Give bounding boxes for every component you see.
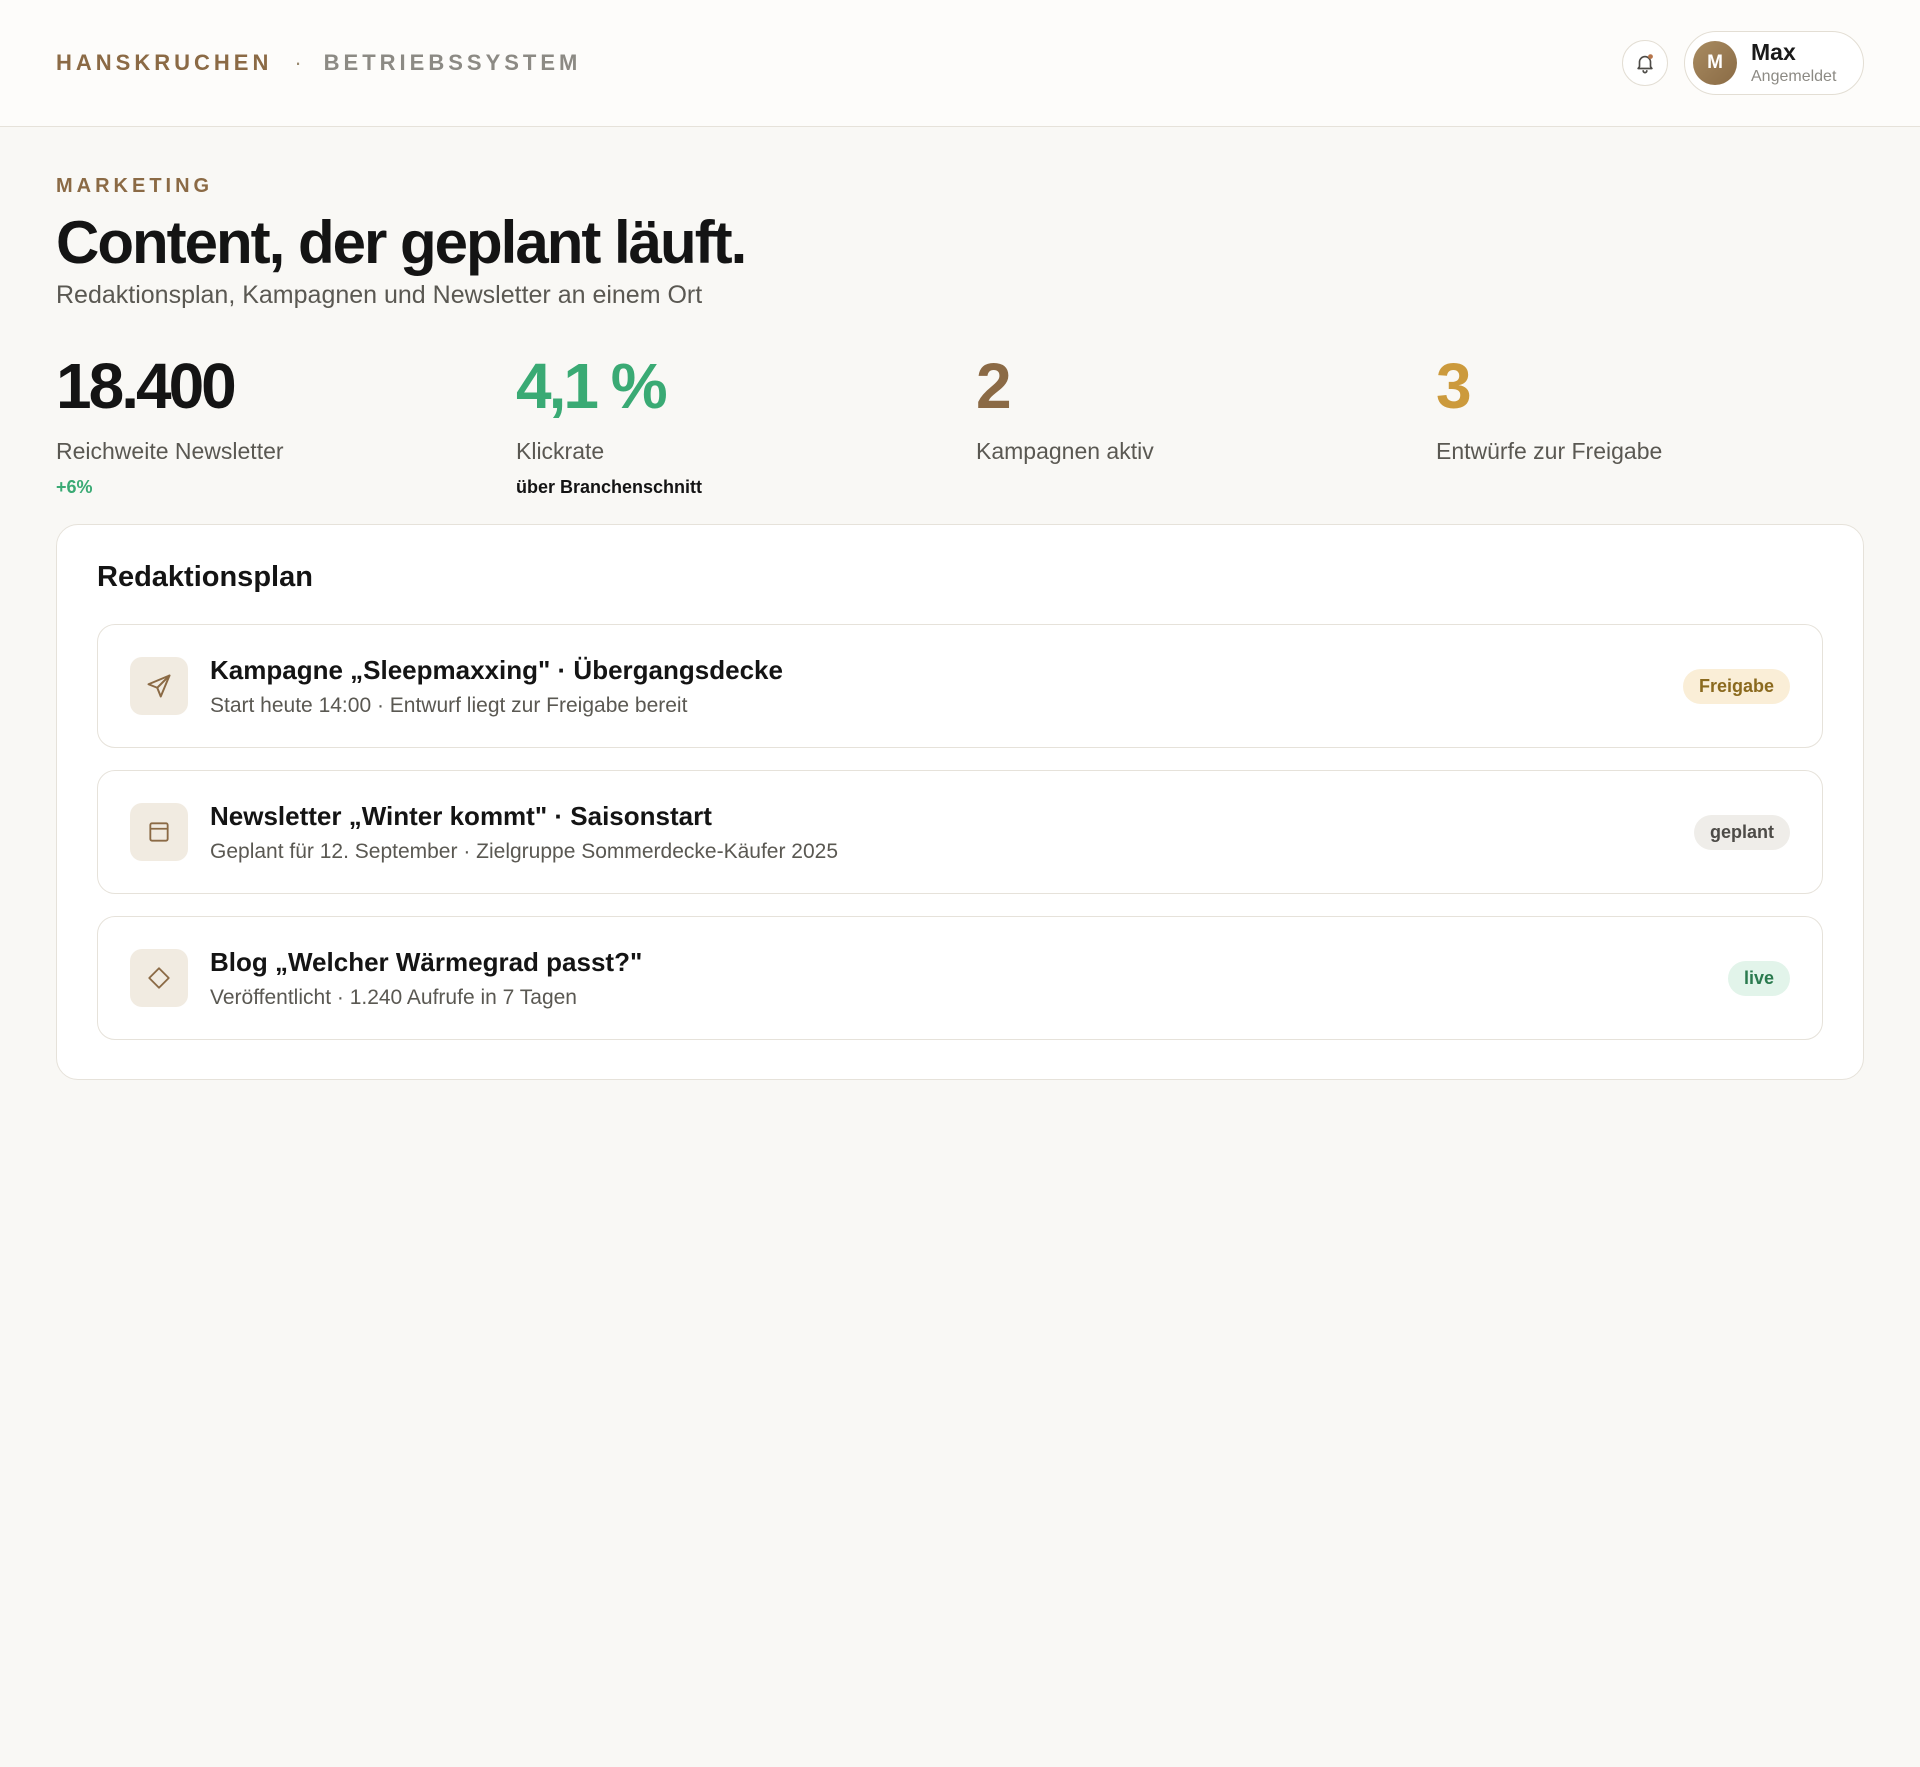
status-badge: geplant bbox=[1693, 814, 1790, 850]
section-eyebrow: MARKETING bbox=[56, 175, 214, 197]
user-name: Max bbox=[1751, 38, 1796, 65]
stat-note: über Branchenschnitt bbox=[516, 477, 703, 497]
page-subtitle: Redaktionsplan, Kampagnen und Newsletter… bbox=[56, 281, 703, 309]
plan-item-text: Newsletter „Winter kommt" · Saisonstart … bbox=[210, 801, 1694, 864]
main-content: MARKETING Content, der geplant läuft. Re… bbox=[0, 127, 1920, 1080]
user-status: Angemeldet bbox=[1751, 68, 1837, 86]
brand-name: HANSKRUCHEN bbox=[56, 50, 273, 75]
notifications-button[interactable] bbox=[1622, 40, 1668, 86]
calendar-icon bbox=[130, 803, 188, 861]
plan-item-newsletter[interactable]: Newsletter „Winter kommt" · Saisonstart … bbox=[97, 770, 1823, 894]
top-bar: HANSKRUCHEN · BETRIEBSSYSTEM M Max Angem… bbox=[0, 0, 1920, 127]
panel-title: Redaktionsplan bbox=[97, 561, 313, 593]
stat-label: Entwürfe zur Freigabe bbox=[1436, 438, 1663, 464]
stat-note: +6% bbox=[56, 477, 93, 497]
stat-newsletter-reach: 18.400 Reichweite Newsletter +6% bbox=[56, 354, 516, 524]
plan-item-campaign[interactable]: Kampagne „Sleepmaxxing" · Übergangsdecke… bbox=[97, 624, 1823, 748]
status-badge: live bbox=[1727, 960, 1790, 996]
brand[interactable]: HANSKRUCHEN · BETRIEBSSYSTEM bbox=[56, 50, 581, 76]
stat-value: 2 bbox=[976, 350, 1012, 422]
stat-label: Kampagnen aktiv bbox=[976, 438, 1154, 464]
avatar: M bbox=[1693, 41, 1737, 85]
kpi-stats: 18.400 Reichweite Newsletter +6% 4,1 % K… bbox=[56, 354, 1864, 524]
plan-item-title: Blog „Welcher Wärmegrad passt?" bbox=[210, 946, 643, 977]
stat-value: 4,1 % bbox=[516, 350, 668, 422]
editorial-plan-panel: Redaktionsplan Kampagne „Sleepmaxxing" ·… bbox=[56, 524, 1864, 1080]
plan-item-meta: Veröffentlicht · 1.240 Aufrufe in 7 Tage… bbox=[210, 985, 577, 1009]
page-title: Content, der geplant läuft. bbox=[56, 209, 747, 276]
plan-item-blog[interactable]: Blog „Welcher Wärmegrad passt?" Veröffen… bbox=[97, 916, 1823, 1040]
plan-list: Kampagne „Sleepmaxxing" · Übergangsdecke… bbox=[97, 624, 1823, 1040]
user-menu[interactable]: M Max Angemeldet bbox=[1684, 31, 1864, 95]
plan-item-title: Newsletter „Winter kommt" · Saisonstart bbox=[210, 800, 712, 831]
stat-value: 18.400 bbox=[56, 350, 237, 422]
stat-value: 3 bbox=[1436, 350, 1472, 422]
stat-label: Reichweite Newsletter bbox=[56, 438, 284, 464]
stat-click-rate: 4,1 % Klickrate über Branchenschnitt bbox=[516, 354, 976, 524]
status-badge: Freigabe bbox=[1682, 668, 1790, 704]
stat-label: Klickrate bbox=[516, 438, 605, 464]
diamond-icon bbox=[130, 949, 188, 1007]
header-actions: M Max Angemeldet bbox=[1622, 31, 1864, 95]
stat-active-campaigns: 2 Kampagnen aktiv bbox=[976, 354, 1436, 524]
stat-drafts-for-approval: 3 Entwürfe zur Freigabe bbox=[1436, 354, 1896, 524]
brand-subtitle: BETRIEBSSYSTEM bbox=[323, 50, 582, 75]
plan-item-meta: Start heute 14:00 · Entwurf liegt zur Fr… bbox=[210, 693, 688, 717]
brand-separator: · bbox=[294, 50, 302, 75]
bell-icon bbox=[1637, 54, 1653, 74]
plan-item-title: Kampagne „Sleepmaxxing" · Übergangsdecke bbox=[210, 654, 783, 685]
plan-item-text: Blog „Welcher Wärmegrad passt?" Veröffen… bbox=[210, 947, 1728, 1010]
plan-item-text: Kampagne „Sleepmaxxing" · Übergangsdecke… bbox=[210, 655, 1683, 718]
send-icon bbox=[130, 657, 188, 715]
plan-item-meta: Geplant für 12. September · Zielgruppe S… bbox=[210, 839, 839, 863]
user-info: Max Angemeldet bbox=[1751, 38, 1837, 86]
